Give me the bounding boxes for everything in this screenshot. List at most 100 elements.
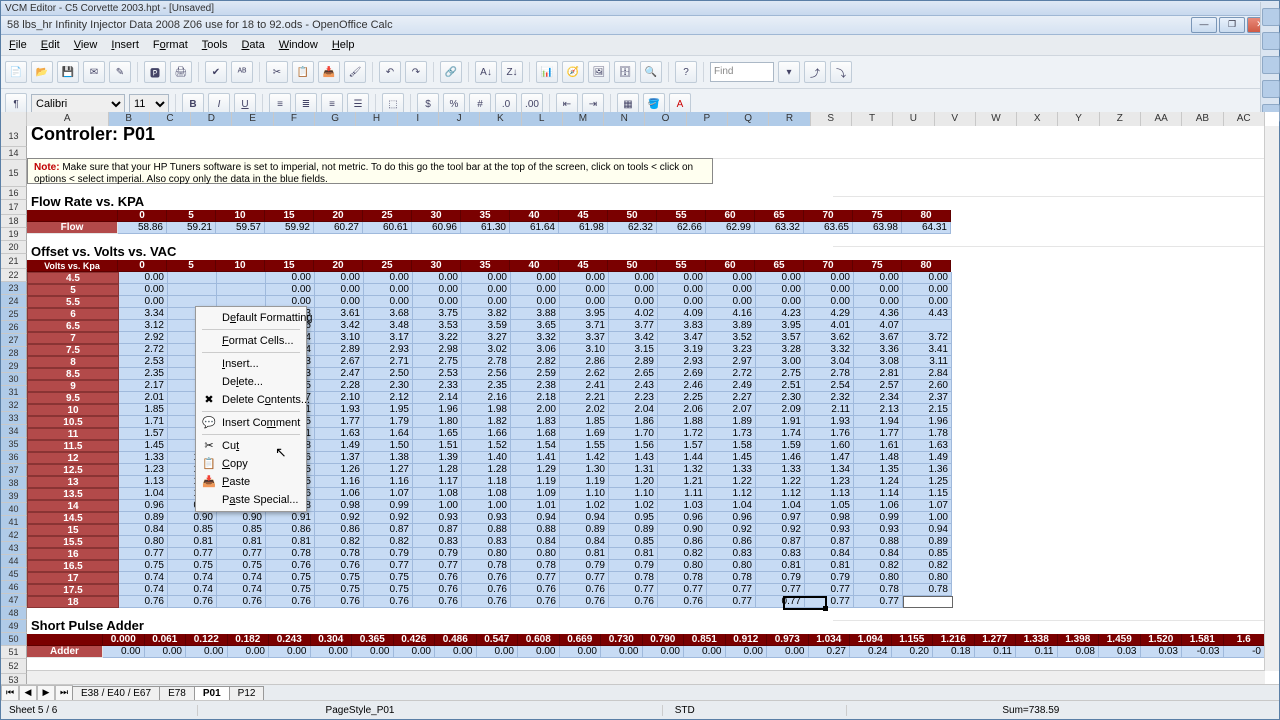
offset-cell[interactable]: 1.08 (413, 488, 462, 500)
maximize-button[interactable]: ❐ (1219, 17, 1245, 33)
offset-cell[interactable]: 0.78 (854, 584, 903, 596)
menu-data[interactable]: Data (235, 37, 270, 53)
offset-cell[interactable]: 0.86 (658, 536, 707, 548)
offset-cell[interactable]: 1.50 (364, 440, 413, 452)
sheet-tab-p01[interactable]: P01 (194, 686, 230, 700)
offset-cell[interactable]: 0.00 (315, 296, 364, 308)
col-header-O[interactable]: O (645, 112, 686, 127)
offset-cell[interactable]: 3.57 (756, 332, 805, 344)
row-header-44[interactable]: 44 (1, 555, 27, 568)
offset-cell[interactable]: 3.95 (756, 320, 805, 332)
offset-cell[interactable]: 2.10 (315, 392, 364, 404)
offset-cell[interactable]: 2.30 (756, 392, 805, 404)
offset-cell[interactable]: 0.00 (364, 284, 413, 296)
offset-cell[interactable]: 1.66 (462, 428, 511, 440)
row-header-21[interactable]: 21 (1, 254, 27, 269)
offset-cell[interactable]: 2.98 (413, 344, 462, 356)
offset-cell[interactable]: 1.58 (707, 440, 756, 452)
offset-cell[interactable]: 2.13 (854, 404, 903, 416)
offset-cell[interactable]: 0.92 (315, 512, 364, 524)
offset-cell[interactable]: 3.34 (119, 308, 168, 320)
offset-cell[interactable]: 0.80 (854, 572, 903, 584)
offset-cell[interactable]: 2.53 (119, 356, 168, 368)
col-header-Y[interactable]: Y (1058, 112, 1099, 127)
offset-cell[interactable]: 0.94 (903, 524, 952, 536)
offset-cell[interactable]: 2.33 (413, 380, 462, 392)
offset-cell[interactable]: 2.92 (119, 332, 168, 344)
row-header-13[interactable]: 13 (1, 126, 27, 147)
offset-cell[interactable]: 1.70 (609, 428, 658, 440)
offset-cell[interactable]: 0.77 (560, 572, 609, 584)
offset-cell[interactable]: 1.44 (658, 452, 707, 464)
col-header-T[interactable]: T (852, 112, 893, 127)
offset-cell[interactable]: 1.96 (413, 404, 462, 416)
sidebar-gallery-icon[interactable] (1262, 56, 1280, 74)
offset-cell[interactable]: 1.00 (903, 512, 952, 524)
offset-cell[interactable]: 0.00 (707, 272, 756, 284)
col-header-B[interactable]: B (109, 112, 150, 127)
offset-cell[interactable]: 0.00 (511, 284, 560, 296)
offset-cell[interactable]: 0.00 (854, 284, 903, 296)
offset-cell[interactable]: 3.48 (364, 320, 413, 332)
col-header-S[interactable]: S (811, 112, 852, 127)
offset-cell[interactable]: 0.86 (266, 524, 315, 536)
offset-cell[interactable]: 0.76 (413, 584, 462, 596)
offset-cell[interactable]: 0.89 (609, 524, 658, 536)
flow-value-cell[interactable]: 62.66 (657, 222, 706, 234)
offset-cell[interactable]: 3.52 (707, 332, 756, 344)
offset-cell[interactable]: 0.77 (511, 572, 560, 584)
offset-cell[interactable]: 2.01 (119, 392, 168, 404)
row-header-39[interactable]: 39 (1, 490, 27, 503)
flow-value-cell[interactable]: 60.27 (314, 222, 363, 234)
flow-value-cell[interactable]: 63.98 (853, 222, 902, 234)
col-header-K[interactable]: K (480, 112, 521, 127)
offset-cell[interactable]: 2.27 (707, 392, 756, 404)
offset-cell[interactable]: 4.29 (805, 308, 854, 320)
menu-window[interactable]: Window (273, 37, 324, 53)
offset-cell[interactable]: 2.53 (413, 368, 462, 380)
offset-cell[interactable]: 1.06 (854, 500, 903, 512)
offset-cell[interactable]: 0.00 (658, 284, 707, 296)
offset-cell[interactable]: 1.64 (364, 428, 413, 440)
offset-cell[interactable]: 3.12 (119, 320, 168, 332)
menu-edit[interactable]: Edit (35, 37, 66, 53)
row-header-25[interactable]: 25 (1, 308, 27, 321)
offset-cell[interactable]: 1.83 (511, 416, 560, 428)
save-icon[interactable]: 💾 (57, 61, 79, 83)
row-header-14[interactable]: 14 (1, 147, 27, 160)
pdf-icon[interactable]: 🅿 (144, 61, 166, 83)
offset-cell[interactable]: 0.76 (413, 596, 462, 608)
offset-cell[interactable]: 3.59 (462, 320, 511, 332)
offset-cell[interactable]: 3.95 (560, 308, 609, 320)
sp-value-cell[interactable]: 0.08 (1058, 646, 1100, 658)
offset-cell[interactable]: 2.50 (364, 368, 413, 380)
offset-cell[interactable]: 0.79 (609, 560, 658, 572)
offset-cell[interactable]: 0.00 (609, 284, 658, 296)
row-header-40[interactable]: 40 (1, 503, 27, 516)
offset-cell[interactable]: 2.72 (119, 344, 168, 356)
offset-cell[interactable]: 0.75 (315, 584, 364, 596)
offset-cell[interactable]: 0.77 (707, 596, 756, 608)
offset-cell[interactable]: 0.00 (364, 296, 413, 308)
offset-cell[interactable]: 2.65 (609, 368, 658, 380)
offset-cell[interactable]: 0.77 (805, 596, 854, 608)
sp-value-cell[interactable]: 0.00 (311, 646, 353, 658)
offset-cell[interactable]: 0.76 (315, 596, 364, 608)
offset-cell[interactable]: 0.76 (511, 596, 560, 608)
offset-cell[interactable]: 1.28 (413, 464, 462, 476)
font-size-select[interactable]: 11 (129, 94, 169, 114)
offset-cell[interactable]: 2.78 (462, 356, 511, 368)
offset-cell[interactable]: 0.00 (560, 272, 609, 284)
tab-last-icon[interactable]: ⏭ (55, 685, 73, 701)
offset-cell[interactable]: 0.85 (217, 524, 266, 536)
offset-cell[interactable]: 0.76 (462, 596, 511, 608)
row-header-16[interactable]: 16 (1, 187, 27, 200)
offset-cell[interactable]: 0.90 (217, 512, 266, 524)
menu-format[interactable]: Format (147, 37, 194, 53)
offset-cell[interactable]: 0.00 (413, 296, 462, 308)
offset-cell[interactable]: 0.76 (658, 596, 707, 608)
col-header-Q[interactable]: Q (728, 112, 769, 127)
offset-cell[interactable]: 0.74 (119, 584, 168, 596)
ctx-paste-special[interactable]: Paste Special... (198, 491, 304, 509)
offset-cell[interactable]: 1.55 (560, 440, 609, 452)
